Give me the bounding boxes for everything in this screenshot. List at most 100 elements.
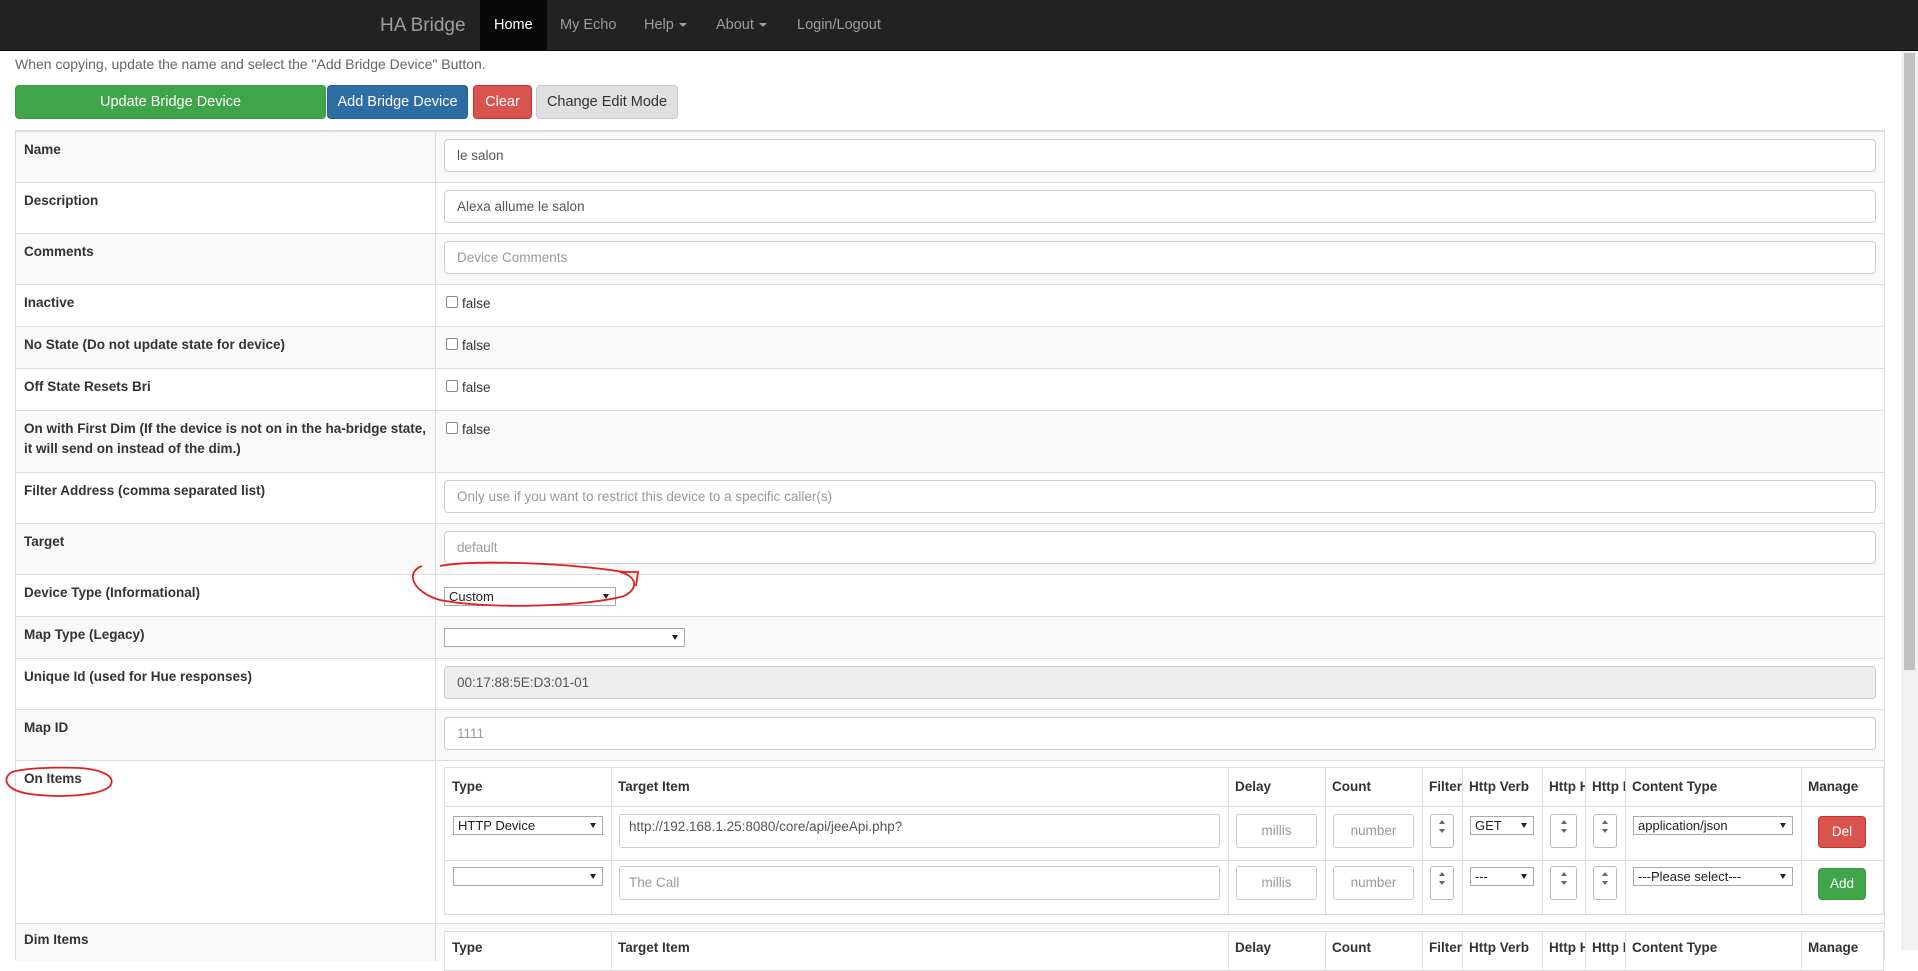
nav-login-logout[interactable]: Login/Logout	[783, 0, 895, 51]
inactive-label: Inactive	[16, 285, 436, 326]
row-name: Name le salon	[16, 131, 1884, 182]
map-id-input[interactable]: 1111	[444, 717, 1876, 750]
dim-col-http-headers: Http H	[1549, 940, 1585, 955]
new-on-item-content-type-value: ---Please select---	[1638, 869, 1742, 884]
filter-address-input[interactable]: Only use if you want to restrict this de…	[444, 480, 1876, 513]
new-on-item-content-type-select[interactable]: ---Please select---	[1633, 867, 1793, 886]
comments-label: Comments	[16, 234, 436, 284]
inactive-value: false	[462, 296, 491, 311]
col-http-verb: Http Verb	[1469, 779, 1530, 794]
on-item-count-input[interactable]: number	[1333, 814, 1414, 848]
change-edit-mode-button[interactable]: Change Edit Mode	[536, 85, 678, 119]
row-map-type: Map Type (Legacy)	[16, 616, 1884, 658]
on-item-type-select[interactable]: HTTP Device	[453, 816, 603, 835]
nav-about[interactable]: About	[702, 0, 781, 51]
dim-col-type: Type	[452, 940, 483, 955]
on-item-type-value: HTTP Device	[458, 818, 536, 833]
new-on-item-type-select[interactable]	[453, 867, 603, 886]
row-unique-id: Unique Id (used for Hue responses) 00:17…	[16, 658, 1884, 709]
row-comments: Comments Device Comments	[16, 233, 1884, 284]
target-input[interactable]: default	[444, 531, 1876, 564]
device-type-select[interactable]: Custom	[444, 587, 616, 606]
new-on-item-body-spinner[interactable]	[1593, 866, 1617, 900]
inactive-checkbox[interactable]: false	[446, 296, 491, 311]
on-item-target-textarea[interactable]: http://192.168.1.25:8080/core/api/jeeApi…	[619, 814, 1220, 848]
on-item-content-type-select[interactable]: application/json	[1633, 816, 1793, 835]
on-item-verb-value: GET	[1475, 818, 1502, 833]
brand-logo[interactable]: HA Bridge	[380, 0, 466, 51]
add-on-item-button[interactable]: Add	[1818, 868, 1866, 900]
row-target: Target default	[16, 523, 1884, 574]
col-http-headers: Http H	[1549, 779, 1585, 794]
nav-my-echo-label: My Echo	[560, 17, 617, 33]
new-on-item-verb-value: ---	[1475, 869, 1488, 884]
nav-my-echo[interactable]: My Echo	[546, 0, 630, 51]
clear-button[interactable]: Clear	[473, 85, 532, 119]
new-on-item-headers-spinner[interactable]	[1550, 866, 1577, 900]
on-item-headers-spinner[interactable]	[1550, 814, 1577, 848]
name-label: Name	[16, 132, 436, 182]
checkbox-icon[interactable]	[446, 296, 458, 309]
nav-home-label: Home	[494, 17, 533, 33]
dropdown-arrow-icon	[590, 823, 596, 828]
caret-down-icon	[758, 23, 767, 28]
dim-col-http-body: Http E	[1592, 940, 1625, 955]
no-state-checkbox[interactable]: false	[446, 338, 491, 353]
comments-input[interactable]: Device Comments	[444, 241, 1876, 274]
unique-id-input: 00:17:88:5E:D3:01-01	[444, 666, 1876, 699]
name-input[interactable]: le salon	[444, 139, 1876, 172]
on-items-table: Type Target Item Delay Count Filter Http…	[444, 767, 1885, 916]
map-type-label: Map Type (Legacy)	[16, 617, 436, 658]
nav-help[interactable]: Help	[630, 0, 701, 51]
device-form-table: Name le salon Description Alexa allume l…	[15, 130, 1885, 971]
new-on-item-target-textarea[interactable]: The Call	[619, 866, 1220, 900]
on-item-body-spinner[interactable]	[1593, 814, 1617, 848]
row-dim-items: Dim Items Type Target Item Delay Count F…	[16, 923, 1884, 971]
add-bridge-device-button[interactable]: Add Bridge Device	[327, 85, 468, 119]
col-manage: Manage	[1808, 779, 1859, 794]
row-device-type: Device Type (Informational) Custom	[16, 574, 1884, 616]
row-on-first-dim: On with First Dim (If the device is not …	[16, 410, 1884, 472]
checkbox-icon[interactable]	[446, 338, 458, 351]
dim-col-http-verb: Http Verb	[1469, 940, 1530, 955]
dim-col-content-type: Content Type	[1632, 940, 1718, 955]
on-item-filter-spinner[interactable]	[1430, 814, 1454, 848]
new-on-item-verb-select[interactable]: ---	[1470, 867, 1534, 886]
row-description: Description Alexa allume le salon	[16, 182, 1884, 233]
nav-help-label: Help	[644, 17, 674, 33]
description-label: Description	[16, 183, 436, 233]
dropdown-arrow-icon	[1780, 823, 1786, 828]
on-item-verb-select[interactable]: GET	[1470, 816, 1534, 835]
new-on-item-delay-input[interactable]: millis	[1236, 866, 1317, 900]
row-filter-address: Filter Address (comma separated list) On…	[16, 472, 1884, 523]
target-label: Target	[16, 524, 436, 574]
row-map-id: Map ID 1111	[16, 709, 1884, 760]
description-input[interactable]: Alexa allume le salon	[444, 190, 1876, 223]
on-first-dim-label: On with First Dim (If the device is not …	[16, 411, 436, 472]
off-state-label: Off State Resets Bri	[16, 369, 436, 410]
checkbox-icon[interactable]	[446, 422, 458, 435]
caret-down-icon	[678, 23, 687, 28]
update-bridge-device-button[interactable]: Update Bridge Device	[15, 85, 326, 119]
page-scrollbar[interactable]	[1901, 51, 1918, 950]
nav-home[interactable]: Home	[480, 0, 547, 51]
col-filter: Filter	[1429, 779, 1462, 794]
col-type: Type	[452, 779, 483, 794]
on-item-delay-input[interactable]: millis	[1236, 814, 1317, 848]
dim-items-table: Type Target Item Delay Count Filter Http…	[444, 931, 1884, 971]
dropdown-arrow-icon	[1521, 874, 1527, 879]
device-type-label: Device Type (Informational)	[16, 575, 436, 616]
new-on-item-count-input[interactable]: number	[1333, 866, 1414, 900]
dropdown-arrow-icon	[603, 594, 609, 599]
delete-on-item-button[interactable]: Del	[1818, 816, 1866, 848]
col-count: Count	[1332, 779, 1371, 794]
on-items-label: On Items	[16, 761, 436, 923]
map-type-select[interactable]	[444, 628, 685, 647]
on-first-dim-checkbox[interactable]: false	[446, 422, 491, 437]
off-state-checkbox[interactable]: false	[446, 380, 491, 395]
off-state-value: false	[462, 380, 491, 395]
new-on-item-filter-spinner[interactable]	[1430, 866, 1454, 900]
scrollbar-thumb[interactable]	[1904, 53, 1915, 670]
checkbox-icon[interactable]	[446, 380, 458, 393]
dropdown-arrow-icon	[1780, 874, 1786, 879]
